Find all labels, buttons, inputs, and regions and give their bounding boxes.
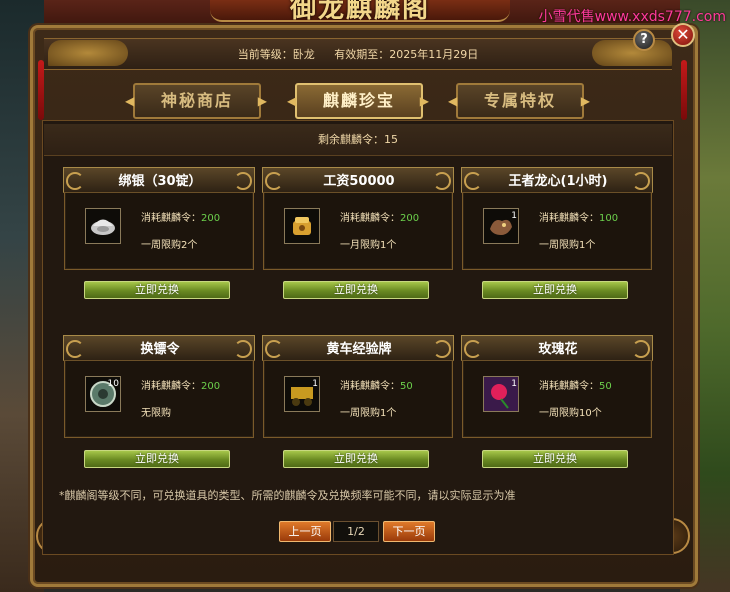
purchase-limit: 一周限购10个 xyxy=(539,408,602,419)
tab-label: 专属特权 xyxy=(483,91,556,110)
status-header: 当前等级：卧龙 有效期至：2025年11月29日 xyxy=(44,38,672,70)
close-button[interactable]: ✕ xyxy=(671,23,695,47)
right-tassel-ornament xyxy=(681,60,687,120)
cost-value: 100 xyxy=(599,213,619,224)
cost-value: 200 xyxy=(201,381,221,392)
tab-label: 麒麟珍宝 xyxy=(322,91,395,110)
cost-line: 消耗麒麟令：50 xyxy=(340,377,413,392)
exchange-button[interactable]: 立即兑换 xyxy=(84,450,230,468)
cost-label: 消耗麒麟令： xyxy=(340,381,400,392)
cost-value: 50 xyxy=(400,381,413,392)
rose-icon[interactable]: 1 xyxy=(483,376,519,412)
cost-line: 消耗麒麟令：200 xyxy=(141,209,220,224)
purchase-limit: 一周限购1个 xyxy=(539,240,596,251)
item-card: 工资50000 消耗麒麟令：200 一月限购1个 xyxy=(262,167,454,270)
tab-arrow-left-icon: ◀ xyxy=(125,94,137,108)
salary-bag-icon[interactable] xyxy=(284,208,320,244)
next-page-button[interactable]: 下一页 xyxy=(383,521,435,542)
silver-ingot-icon[interactable] xyxy=(85,208,121,244)
escort-token-icon[interactable]: 10 xyxy=(85,376,121,412)
cost-line: 消耗麒麟令：200 xyxy=(340,209,419,224)
dragon-heart-icon[interactable]: 1 xyxy=(483,208,519,244)
item-quantity: 1 xyxy=(511,379,517,389)
item-card: 换镖令 10 消耗麒麟令：200 无限购 xyxy=(63,335,255,438)
cost-label: 消耗麒麟令： xyxy=(340,213,400,224)
item-name: 换镖令 xyxy=(140,342,180,357)
purchase-limit: 无限购 xyxy=(141,408,171,419)
purchase-limit: 一周限购1个 xyxy=(340,408,397,419)
item-quantity: 1 xyxy=(312,379,318,389)
page-indicator: 1/2 xyxy=(333,521,379,542)
prev-page-button[interactable]: 上一页 xyxy=(279,521,331,542)
footnote: *麒麟阁等级不同，可兑换道具的类型、所需的麒麟令及兑换频率可能不同，请以实际显示… xyxy=(59,489,516,502)
cost-value: 50 xyxy=(599,381,612,392)
tab-arrow-left-icon: ◀ xyxy=(448,94,460,108)
dragon-ornament-left xyxy=(48,40,128,66)
help-button[interactable]: ? xyxy=(633,29,655,51)
cost-value: 200 xyxy=(400,213,420,224)
gold-cart-exp-icon[interactable]: 1 xyxy=(284,376,320,412)
watermark-text: 小雪代售www.xxds777.com xyxy=(538,9,726,25)
purchase-limit: 一月限购1个 xyxy=(340,240,397,251)
tab-mystery-shop[interactable]: ◀ 神秘商店 ▶ xyxy=(125,83,267,119)
cost-label: 消耗麒麟令： xyxy=(141,381,201,392)
item-quantity: 1 xyxy=(511,211,517,221)
item-card: 黄车经验牌 1 消耗麒麟令：50 一周限购1个 xyxy=(262,335,454,438)
item-name: 工资50000 xyxy=(323,174,395,189)
tab-qilin-treasures[interactable]: ◀ 麒麟珍宝 ▶ xyxy=(287,83,429,119)
remaining-tokens: 剩余麒麟令：15 xyxy=(44,124,672,156)
cost-line: 消耗麒麟令：100 xyxy=(539,209,618,224)
item-name: 王者龙心(1小时) xyxy=(508,174,608,189)
item-quantity: 10 xyxy=(107,379,119,389)
item-name: 绑银（30锭） xyxy=(118,174,202,189)
window-title-plate: 御龙麒麟阁 xyxy=(210,0,510,22)
exchange-button[interactable]: 立即兑换 xyxy=(482,281,628,299)
purchase-limit: 一周限购2个 xyxy=(141,240,198,251)
exchange-button[interactable]: 立即兑换 xyxy=(482,450,628,468)
cost-line: 消耗麒麟令：50 xyxy=(539,377,612,392)
item-card: 玫瑰花 1 消耗麒麟令：50 一周限购10个 xyxy=(461,335,653,438)
tab-arrow-right-icon: ▶ xyxy=(419,94,431,108)
cost-label: 消耗麒麟令： xyxy=(539,381,599,392)
exchange-button[interactable]: 立即兑换 xyxy=(283,450,429,468)
tab-arrow-right-icon: ▶ xyxy=(580,94,592,108)
exchange-button[interactable]: 立即兑换 xyxy=(84,281,230,299)
tab-exclusive-privileges[interactable]: ◀ 专属特权 ▶ xyxy=(448,83,590,119)
cost-label: 消耗麒麟令： xyxy=(539,213,599,224)
expiry-date: 有效期至：2025年11月29日 xyxy=(334,48,479,61)
item-card: 王者龙心(1小时) 1 消耗麒麟令：100 一周限购1个 xyxy=(461,167,653,270)
cost-value: 200 xyxy=(201,213,221,224)
current-level: 当前等级：卧龙 xyxy=(237,48,315,61)
item-name: 黄车经验牌 xyxy=(326,342,392,357)
window-title: 御龙麒麟阁 xyxy=(289,0,430,22)
dragon-ornament-right xyxy=(592,40,672,66)
item-card: 绑银（30锭） 消耗麒麟令：200 一周限购2个 xyxy=(63,167,255,270)
tab-arrow-right-icon: ▶ xyxy=(257,94,269,108)
tab-arrow-left-icon: ◀ xyxy=(287,94,299,108)
cost-label: 消耗麒麟令： xyxy=(141,213,201,224)
item-name: 玫瑰花 xyxy=(538,342,578,357)
tab-label: 神秘商店 xyxy=(160,91,233,110)
exchange-button[interactable]: 立即兑换 xyxy=(283,281,429,299)
cost-line: 消耗麒麟令：200 xyxy=(141,377,220,392)
